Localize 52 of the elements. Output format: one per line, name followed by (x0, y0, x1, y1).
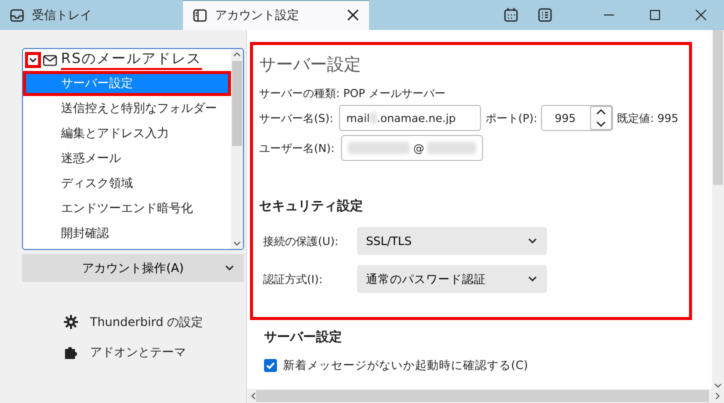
scroll-right-icon[interactable] (715, 392, 721, 400)
tab[interactable]: 受信トレイ (0, 0, 165, 30)
caret-icon (225, 265, 234, 271)
field-label: サーバー名(S): (259, 110, 334, 126)
scrollbar-thumb[interactable] (232, 61, 242, 146)
server-name-field[interactable]: mail .onamae.ne.jp (339, 105, 482, 131)
settings-link[interactable]: Thunderbird の設定 (90, 314, 204, 330)
caret-icon (528, 276, 537, 282)
maximize-icon[interactable] (649, 9, 661, 21)
default-port: 既定値: 995 (617, 110, 678, 126)
tab[interactable]: アカウント設定 (183, 0, 369, 30)
task-list-icon[interactable] (538, 8, 552, 22)
scroll-down-icon[interactable] (233, 241, 241, 247)
close-icon[interactable] (695, 9, 707, 21)
field-label: 接続の保護(U): (262, 234, 340, 248)
tree-item[interactable]: 迷惑メール (23, 146, 231, 171)
caret-icon (528, 238, 537, 244)
dropdown[interactable]: 通常のパスワード認証 (357, 265, 547, 293)
account-actions-button[interactable]: アカウント操作(A) (22, 254, 244, 282)
tree-item[interactable]: サーバー設定 (23, 71, 231, 96)
field-label: ポート(P): (485, 110, 538, 126)
section-heading: サーバー設定 (264, 328, 343, 346)
checkbox[interactable] (264, 359, 277, 372)
user-name-field[interactable]: @ (340, 135, 483, 161)
spin-button[interactable] (590, 106, 612, 130)
tree-item[interactable]: 編集とアドレス入力 (23, 121, 231, 146)
inbox-icon (10, 8, 24, 22)
envelope-icon (43, 54, 57, 66)
tree-item[interactable]: 開封確認 (23, 221, 231, 246)
tree-item[interactable]: 送信控えと特別なフォルダー (23, 96, 231, 121)
checkbox-label[interactable]: 新着メッセージがないか起動時に確認する(C) (283, 358, 528, 373)
puzzle-icon (64, 345, 78, 359)
tree-item[interactable]: エンドツーエンド暗号化 (23, 196, 231, 221)
field-label: ユーザー名(N): (259, 140, 335, 156)
port-field[interactable]: 995 (541, 105, 614, 131)
dropdown[interactable]: SSL/TLS (357, 227, 547, 255)
scroll-up-icon[interactable] (233, 51, 241, 57)
calendar-icon[interactable] (504, 8, 518, 22)
scroll-left-icon[interactable] (250, 392, 256, 400)
section-heading: セキュリティ設定 (259, 198, 364, 215)
chevron-down-icon (28, 55, 38, 65)
scrollbar-thumb[interactable] (256, 390, 709, 402)
panel-icon (193, 9, 207, 22)
expand-toggle[interactable] (27, 54, 39, 66)
gear-icon (64, 315, 78, 329)
section-title: サーバー設定 (259, 54, 362, 76)
server-type: サーバーの種類: POP メールサーバー (259, 86, 446, 101)
tree-item[interactable]: ディスク領域 (23, 171, 231, 196)
field-label: 認証方式(I): (262, 272, 324, 286)
scrollbar-thumb[interactable] (713, 30, 723, 185)
scroll-down-icon[interactable] (714, 383, 722, 389)
settings-link[interactable]: アドオンとテーマ (90, 344, 186, 360)
